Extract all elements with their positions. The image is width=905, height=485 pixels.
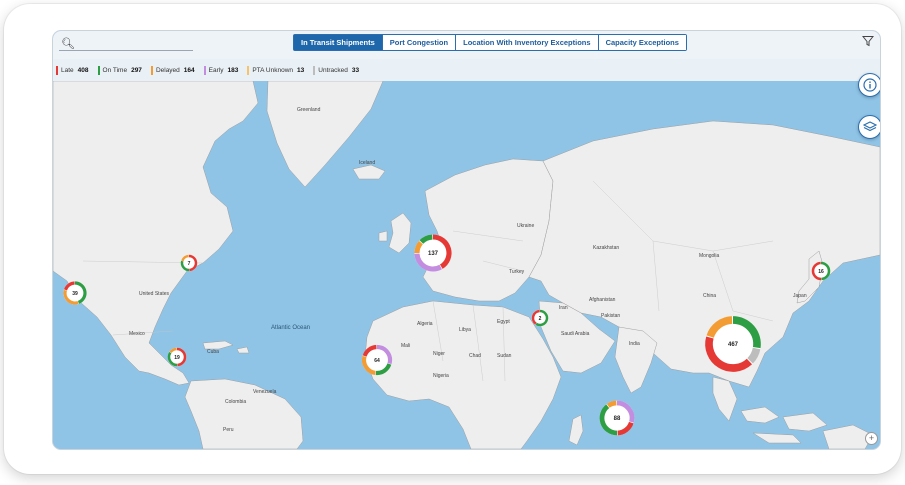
label-chad: Chad [469,353,481,359]
filter-icon[interactable] [862,35,874,47]
tab-in-transit-shipments[interactable]: In Transit Shipments [294,35,382,50]
label-india: India [629,341,640,347]
label-nigeria: Nigeria [433,373,449,379]
label-niger: Niger [433,351,445,357]
status-legend: Late 408 On Time 297 Delayed 164 Early 183 P… [53,59,880,81]
top-toolbar: 🔍︎ In Transit Shipments Port Congestion … [53,31,880,59]
world-map[interactable]: Greenland Iceland United States Mexico C… [53,81,880,449]
cluster-count: 88 [614,416,621,422]
plus-icon[interactable]: + [865,432,878,445]
search-input[interactable]: 🔍︎ [59,36,193,51]
cluster-west-us[interactable]: 39 [63,281,87,305]
layers-icon [863,121,877,132]
cluster-indian-ocean[interactable]: 88 [599,400,635,436]
cluster-count: 64 [374,358,380,364]
cluster-west-africa[interactable]: 64 [361,344,393,376]
tab-port-congestion[interactable]: Port Congestion [381,35,456,50]
label-japan: Japan [793,293,807,299]
view-tabs: In Transit Shipments Port Congestion Loc… [293,34,687,51]
legend-swatch [56,65,58,75]
cluster-great-lakes[interactable]: 7 [180,254,198,272]
label-cuba: Cuba [207,349,219,355]
legend-swatch [97,65,100,75]
search-icon[interactable]: 🔍︎ [61,37,75,50]
cluster-count: 39 [72,291,78,297]
legend-early[interactable]: Early 183 [203,65,238,75]
label-mexico: Mexico [129,331,145,337]
legend-pta-unknown[interactable]: PTA Unknown 13 [247,65,304,75]
label-sudan: Sudan [497,353,512,359]
legend-swatch [313,65,316,75]
label-peru: Peru [223,427,234,433]
layers-button[interactable] [858,115,880,139]
cluster-gulf[interactable]: 2 [531,309,549,327]
cluster-count: 467 [728,342,739,348]
info-icon [863,78,877,92]
info-button[interactable] [858,73,880,97]
label-turkey: Turkey [509,269,525,275]
legend-swatch [247,65,250,75]
label-mongolia: Mongolia [699,253,720,259]
label-algeria: Algeria [417,321,433,327]
label-afghanistan: Afghanistan [589,297,616,303]
tab-capacity-exceptions[interactable]: Capacity Exceptions [597,35,686,50]
label-iceland: Iceland [359,160,375,166]
label-colombia: Colombia [225,399,246,405]
label-ukraine: Ukraine [517,223,534,229]
cluster-count: 7 [188,261,191,267]
legend-swatch [203,65,206,75]
cluster-east-asia[interactable]: 467 [705,316,761,372]
label-greenland: Greenland [297,107,321,113]
cluster-count: 2 [539,316,542,322]
label-libya: Libya [459,327,471,333]
cluster-arc-delayed [606,400,617,408]
label-pakistan: Pakistan [601,313,620,319]
label-egypt: Egypt [497,319,510,325]
legend-delayed[interactable]: Delayed 164 [150,65,195,75]
cluster-count: 137 [428,251,439,257]
label-china: China [703,293,716,299]
label-venezuela: Venezuela [253,389,277,395]
label-kazakhstan: Kazakhstan [593,245,619,251]
device-frame: 🔍︎ In Transit Shipments Port Congestion … [4,4,901,474]
label-iran: Iran [559,305,568,311]
app-screen: 🔍︎ In Transit Shipments Port Congestion … [53,31,880,449]
legend-swatch [150,65,153,75]
cluster-count: 16 [818,269,824,275]
tab-location-inventory-exceptions[interactable]: Location With Inventory Exceptions [455,35,598,50]
cluster-count: 19 [174,355,180,361]
cluster-japan[interactable]: 16 [811,261,831,281]
label-united-states: United States [139,291,170,297]
label-mali: Mali [401,343,410,349]
legend-late[interactable]: Late 408 [56,65,89,75]
cluster-central-america[interactable]: 19 [167,347,187,367]
legend-on-time[interactable]: On Time 297 [97,65,142,75]
label-atlantic-ocean: Atlantic Ocean [271,325,310,331]
label-saudi-arabia: Saudi Arabia [561,331,590,337]
cluster-europe[interactable]: 137 [414,234,452,272]
legend-untracked[interactable]: Untracked 33 [313,65,359,75]
